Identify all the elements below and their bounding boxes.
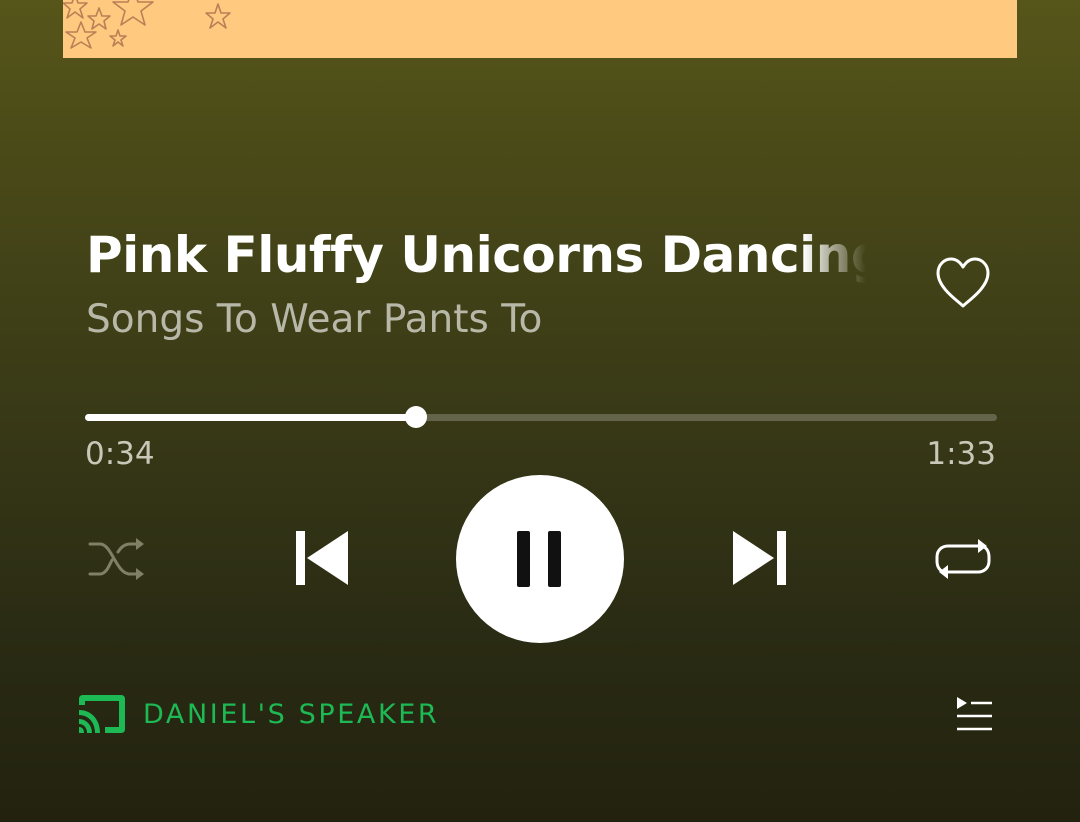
track-title[interactable]: Pink Fluffy Unicorns Dancing — [86, 222, 866, 288]
queue-icon — [957, 697, 992, 731]
next-button[interactable] — [731, 528, 791, 588]
skip-next-icon — [733, 531, 786, 585]
heart-outline-icon — [936, 257, 990, 308]
repeat-button[interactable] — [930, 533, 996, 585]
device-label: DANIEL'S SPEAKER — [143, 698, 440, 730]
shuffle-button[interactable] — [84, 533, 148, 585]
star-pattern — [63, 0, 231, 49]
connected-device[interactable]: DANIEL'S SPEAKER — [77, 690, 439, 738]
elapsed-time: 0:34 — [85, 436, 155, 472]
cast-connected-icon — [79, 695, 125, 733]
previous-button[interactable] — [290, 528, 350, 588]
track-info: Pink Fluffy Unicorns Dancing Songs To We… — [86, 222, 876, 348]
shuffle-icon — [88, 538, 144, 580]
skip-previous-icon — [296, 531, 348, 585]
track-subtitle[interactable]: Songs To Wear Pants To — [86, 292, 876, 348]
pause-button[interactable] — [456, 475, 624, 643]
progress-bar[interactable] — [85, 405, 997, 429]
queue-button[interactable] — [950, 690, 998, 738]
repeat-icon — [935, 539, 991, 579]
album-art — [63, 0, 1017, 58]
progress-thumb[interactable] — [405, 406, 428, 428]
pause-icon — [517, 531, 561, 587]
like-button[interactable] — [930, 250, 996, 316]
total-time: 1:33 — [926, 436, 996, 472]
progress-fill — [85, 414, 417, 421]
